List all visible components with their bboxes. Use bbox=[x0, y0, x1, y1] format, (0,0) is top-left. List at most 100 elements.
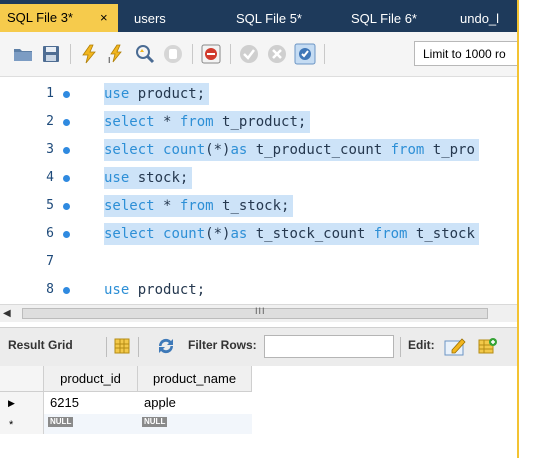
null-badge[interactable]: NULL bbox=[142, 417, 168, 427]
limit-rows-select[interactable]: Limit to 1000 ro bbox=[414, 41, 518, 66]
save-icon[interactable] bbox=[40, 43, 62, 65]
line-number: 1 bbox=[46, 86, 54, 101]
grid-view-icon[interactable] bbox=[114, 338, 130, 359]
sql-keyword: as bbox=[230, 142, 248, 158]
sql-keyword: select bbox=[104, 142, 155, 158]
statement-marker-icon bbox=[63, 147, 70, 154]
svg-text:I: I bbox=[108, 56, 110, 64]
column-header-product-id[interactable]: product_id bbox=[44, 366, 138, 392]
tab-bar: SQL File 3* × users SQL File 5* SQL File… bbox=[0, 0, 518, 32]
grid-cell[interactable]: apple bbox=[144, 392, 176, 414]
scrollbar-grip: III bbox=[255, 306, 266, 316]
toolbar-separator bbox=[192, 44, 193, 64]
autocommit-icon[interactable] bbox=[294, 43, 316, 65]
row-header-corner bbox=[0, 366, 44, 392]
statement-marker-icon bbox=[63, 175, 70, 182]
scrollbar-thumb[interactable]: III bbox=[22, 306, 488, 319]
execute-current-icon[interactable]: I bbox=[106, 43, 128, 65]
sql-token: (*) bbox=[205, 142, 231, 158]
tab-sql-file-5[interactable]: SQL File 5* bbox=[236, 6, 302, 32]
rollback-icon[interactable] bbox=[266, 43, 288, 65]
sql-keyword: use bbox=[104, 86, 130, 102]
code-line[interactable]: 1 use product; bbox=[0, 80, 518, 108]
commit-icon[interactable] bbox=[238, 43, 260, 65]
sql-keyword: from bbox=[390, 142, 425, 158]
code-line[interactable]: 2 select * from t_product; bbox=[0, 108, 518, 136]
tab-sql-file-6[interactable]: SQL File 6* bbox=[351, 6, 417, 32]
sql-keyword: count bbox=[163, 142, 206, 158]
sql-token: product; bbox=[129, 282, 206, 298]
filter-rows-input[interactable] bbox=[264, 335, 394, 358]
tab-undo[interactable]: undo_l bbox=[460, 6, 499, 32]
execute-icon[interactable] bbox=[78, 43, 100, 65]
scroll-left-arrow-icon[interactable]: ◀ bbox=[3, 308, 11, 319]
tab-label: SQL File 6* bbox=[351, 11, 417, 26]
statement-marker-icon bbox=[63, 287, 70, 294]
column-header-product-name[interactable]: product_name bbox=[138, 366, 252, 392]
sql-keyword: count bbox=[163, 226, 206, 242]
sql-keyword: from bbox=[179, 114, 214, 130]
sql-token: t_stock bbox=[407, 226, 475, 242]
code-text: use product; bbox=[104, 83, 210, 105]
sql-keyword: from bbox=[179, 198, 214, 214]
code-text: select * from t_stock; bbox=[104, 195, 294, 217]
add-row-icon[interactable] bbox=[478, 337, 498, 360]
refresh-icon[interactable] bbox=[156, 337, 176, 360]
editor-toolbar: I Limit to 1000 ro bbox=[0, 32, 518, 77]
result-grid: product_id product_name ▶ 6215 apple * N… bbox=[0, 366, 518, 458]
statement-marker-icon bbox=[63, 91, 70, 98]
grid-cell[interactable]: 6215 bbox=[50, 392, 79, 414]
explain-icon[interactable] bbox=[134, 43, 156, 65]
code-line[interactable]: 3 select count(*)as t_product_count from … bbox=[0, 136, 518, 164]
statement-marker-icon bbox=[63, 203, 70, 210]
toolbar-separator bbox=[138, 337, 139, 357]
code-text: select * from t_product; bbox=[104, 111, 311, 133]
tab-sql-file-3[interactable]: SQL File 3* × bbox=[0, 4, 118, 32]
edit-pencil-icon[interactable] bbox=[444, 336, 466, 361]
sql-token: t_stock; bbox=[213, 198, 290, 214]
edit-label: Edit: bbox=[408, 338, 435, 352]
null-badge[interactable]: NULL bbox=[48, 417, 74, 427]
row-marker-icon[interactable]: ▶ bbox=[0, 392, 44, 414]
sql-keyword: select bbox=[104, 114, 155, 130]
filter-rows-label: Filter Rows: bbox=[188, 338, 257, 352]
sql-token: (*) bbox=[205, 226, 231, 242]
code-editor[interactable]: 1 use product; 2 select * from t_product; 3 s… bbox=[0, 78, 518, 304]
open-folder-icon[interactable] bbox=[12, 43, 34, 65]
line-number: 7 bbox=[46, 254, 54, 269]
sql-token: t_product; bbox=[213, 114, 307, 130]
close-icon[interactable]: × bbox=[100, 4, 108, 32]
result-toolbar: Result Grid Filter Rows: Edit: bbox=[0, 327, 518, 367]
code-text: use product; bbox=[104, 279, 209, 301]
toolbar-separator bbox=[70, 44, 71, 64]
line-number: 6 bbox=[46, 226, 54, 241]
code-line[interactable]: 4 use stock; bbox=[0, 164, 518, 192]
result-grid-button[interactable]: Result Grid bbox=[8, 338, 73, 352]
code-line[interactable]: 6 select count(*)as t_stock_count from t_… bbox=[0, 220, 518, 248]
line-number: 3 bbox=[46, 142, 54, 157]
tab-label: users bbox=[134, 11, 166, 26]
line-number: 4 bbox=[46, 170, 54, 185]
sql-token: product; bbox=[129, 86, 206, 102]
new-row-marker[interactable]: * bbox=[0, 414, 44, 434]
code-line[interactable]: 5 select * from t_stock; bbox=[0, 192, 518, 220]
toggle-error-icon[interactable] bbox=[200, 43, 222, 65]
line-number: 5 bbox=[46, 198, 54, 213]
sql-keyword: use bbox=[104, 282, 130, 298]
tab-users[interactable]: users bbox=[134, 6, 166, 32]
sql-keyword: select bbox=[104, 226, 155, 242]
horizontal-scrollbar[interactable]: ◀ III bbox=[0, 304, 518, 322]
code-line[interactable]: 8 use product; bbox=[0, 276, 518, 304]
sql-token: stock; bbox=[129, 170, 189, 186]
toolbar-separator bbox=[230, 44, 231, 64]
stop-icon[interactable] bbox=[162, 43, 184, 65]
statement-marker-icon bbox=[63, 119, 70, 126]
sql-editor-window: SQL File 3* × users SQL File 5* SQL File… bbox=[0, 0, 518, 458]
line-number: 8 bbox=[46, 282, 54, 297]
code-line[interactable]: 7 bbox=[0, 248, 518, 276]
sql-token: t_product_count bbox=[247, 142, 391, 158]
sql-token: t_stock_count bbox=[247, 226, 374, 242]
code-text: use stock; bbox=[104, 167, 193, 189]
